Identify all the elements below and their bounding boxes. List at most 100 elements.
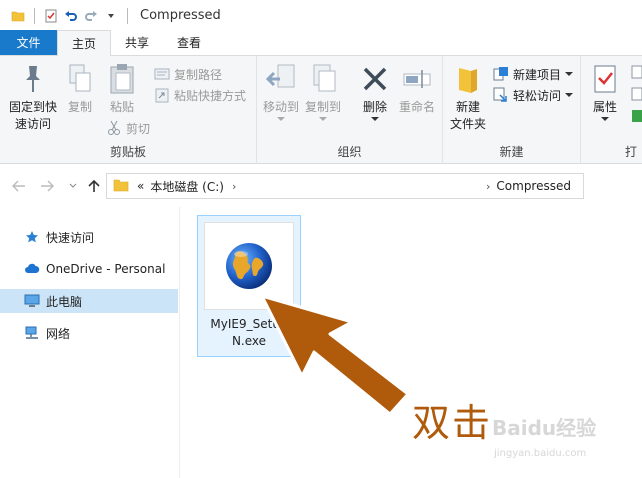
rename-label: 重命名 bbox=[398, 100, 435, 114]
easy-access-label: 轻松访问 bbox=[513, 88, 562, 103]
address-bar[interactable]: « 本地磁盘 (C:) › › Compressed bbox=[106, 173, 584, 199]
tab-share[interactable]: 共享 bbox=[111, 30, 163, 55]
customize-toolbar-chevron-icon[interactable] bbox=[101, 6, 121, 26]
clipboard-group-label: 剪贴板 bbox=[109, 145, 146, 159]
clipboard-group: 固定到快 速访问 复制 粘贴 复制路径 粘贴快捷方式 剪切 剪贴板 bbox=[0, 56, 257, 164]
delete-button[interactable]: 删除 bbox=[357, 62, 393, 122]
recent-locations-chevron-icon[interactable] bbox=[64, 177, 82, 195]
pin-icon bbox=[16, 62, 50, 96]
copy-to-icon bbox=[306, 62, 340, 96]
navigation-row: « 本地磁盘 (C:) › › Compressed bbox=[0, 165, 642, 207]
ribbon: 固定到快 速访问 复制 粘贴 复制路径 粘贴快捷方式 剪切 剪贴板 移动到 复制… bbox=[0, 56, 642, 164]
paste-button[interactable]: 粘贴 bbox=[102, 62, 142, 116]
file-thumbnail bbox=[204, 222, 294, 310]
undo-icon[interactable] bbox=[61, 6, 81, 26]
new-folder-label-line2: 文件夹 bbox=[449, 117, 486, 131]
tab-view[interactable]: 查看 bbox=[163, 30, 215, 55]
pin-to-quick-access-button[interactable]: 固定到快 速访问 bbox=[4, 62, 62, 133]
new-folder-button[interactable]: 新建 文件夹 bbox=[445, 62, 491, 133]
open-group: 属性 打 bbox=[581, 56, 642, 164]
nav-item-label: 此电脑 bbox=[46, 294, 83, 309]
computer-icon bbox=[24, 293, 40, 309]
delete-x-icon bbox=[358, 62, 392, 96]
folder-icon bbox=[113, 178, 129, 195]
pin-label-line2: 速访问 bbox=[14, 117, 51, 131]
paste-icon bbox=[105, 62, 139, 96]
tab-home[interactable]: 主页 bbox=[57, 30, 112, 56]
pin-label-line1: 固定到快 bbox=[8, 100, 57, 114]
navigation-pane: 快速访问 OneDrive - Personal 此电脑 网络 bbox=[0, 207, 180, 478]
chevron-down-icon bbox=[565, 72, 574, 76]
paste-shortcut-label: 粘贴快捷方式 bbox=[174, 88, 247, 103]
properties-quick-button[interactable] bbox=[41, 6, 61, 26]
divider bbox=[34, 7, 35, 24]
forward-arrow-icon[interactable] bbox=[38, 177, 56, 195]
file-name: MyIE9_Setup N.exe bbox=[210, 317, 288, 348]
paste-shortcut-icon bbox=[154, 87, 170, 103]
copy-path-button[interactable]: 复制路径 bbox=[154, 64, 222, 84]
nav-item-label: 快速访问 bbox=[46, 230, 95, 245]
open-icons bbox=[631, 65, 642, 122]
easy-access-icon bbox=[493, 87, 509, 103]
new-item-label: 新建项目 bbox=[513, 67, 562, 82]
up-arrow-icon[interactable] bbox=[85, 177, 103, 195]
title-bar: Compressed bbox=[0, 0, 642, 31]
nav-item-network[interactable]: 网络 bbox=[0, 321, 178, 345]
chevron-down-icon bbox=[565, 93, 574, 97]
nav-item-this-pc[interactable]: 此电脑 bbox=[0, 289, 178, 313]
breadcrumb-chevron-icon[interactable]: › bbox=[486, 180, 490, 193]
chevron-down-icon bbox=[371, 117, 379, 121]
new-group: 新建 文件夹 新建项目 轻松访问 新建 bbox=[443, 56, 581, 164]
new-item-button[interactable]: 新建项目 bbox=[493, 64, 574, 84]
chevron-down-icon bbox=[601, 117, 609, 121]
move-to-icon bbox=[264, 62, 298, 96]
copy-button[interactable]: 复制 bbox=[62, 62, 98, 116]
tab-file[interactable]: 文件 bbox=[0, 30, 57, 55]
back-arrow-icon[interactable] bbox=[10, 177, 28, 195]
scissors-icon bbox=[106, 120, 122, 136]
chevron-down-icon bbox=[319, 117, 327, 121]
breadcrumb-compressed[interactable]: Compressed bbox=[496, 179, 571, 193]
open-group-label: 打 bbox=[625, 145, 638, 159]
open-small-icons bbox=[631, 64, 642, 127]
paste-shortcut-button[interactable]: 粘贴快捷方式 bbox=[154, 85, 246, 105]
new-folder-icon bbox=[451, 62, 485, 96]
breadcrumb-chevron-icon[interactable]: › bbox=[232, 180, 236, 193]
cut-button[interactable]: 剪切 bbox=[106, 118, 150, 138]
copy-to-label: 复制到 bbox=[304, 100, 341, 114]
globe-icon bbox=[226, 243, 272, 289]
nav-item-label: OneDrive - Personal bbox=[46, 262, 166, 276]
copy-path-label: 复制路径 bbox=[174, 67, 223, 82]
cut-label: 剪切 bbox=[126, 121, 151, 136]
organize-group-label: 组织 bbox=[337, 145, 362, 159]
properties-button[interactable]: 属性 bbox=[585, 62, 625, 122]
easy-access-button[interactable]: 轻松访问 bbox=[493, 85, 574, 105]
copy-to-button[interactable]: 复制到 bbox=[303, 62, 343, 122]
ribbon-tabs: 文件 主页 共享 查看 bbox=[0, 30, 642, 56]
new-group-label: 新建 bbox=[499, 145, 524, 159]
window-title: Compressed bbox=[140, 8, 221, 23]
rename-icon bbox=[400, 62, 434, 96]
quick-access-toolbar bbox=[0, 0, 134, 31]
copy-label: 复制 bbox=[67, 100, 92, 114]
cloud-icon bbox=[24, 261, 40, 277]
copy-path-icon bbox=[154, 66, 170, 82]
redo-icon[interactable] bbox=[81, 6, 101, 26]
folder-icon bbox=[8, 6, 28, 26]
chevron-down-icon bbox=[277, 117, 285, 121]
delete-label: 删除 bbox=[362, 100, 387, 114]
properties-label: 属性 bbox=[592, 100, 617, 114]
new-folder-label-line1: 新建 bbox=[455, 100, 480, 114]
file-item[interactable]: MyIE9_Setup N.exe bbox=[197, 215, 301, 357]
network-icon bbox=[24, 325, 40, 341]
move-to-label: 移动到 bbox=[262, 100, 299, 114]
nav-item-onedrive[interactable]: OneDrive - Personal bbox=[0, 257, 178, 281]
rename-button[interactable]: 重命名 bbox=[395, 62, 439, 116]
paste-label: 粘贴 bbox=[109, 100, 134, 114]
nav-item-quick-access[interactable]: 快速访问 bbox=[0, 225, 178, 249]
breadcrumb-overflow[interactable]: « bbox=[137, 179, 144, 193]
move-to-button[interactable]: 移动到 bbox=[261, 62, 301, 122]
breadcrumb-local-disk[interactable]: 本地磁盘 (C:) bbox=[150, 178, 224, 195]
copy-icon bbox=[63, 62, 97, 96]
organize-group: 移动到 复制到 删除 重命名 组织 bbox=[257, 56, 443, 164]
